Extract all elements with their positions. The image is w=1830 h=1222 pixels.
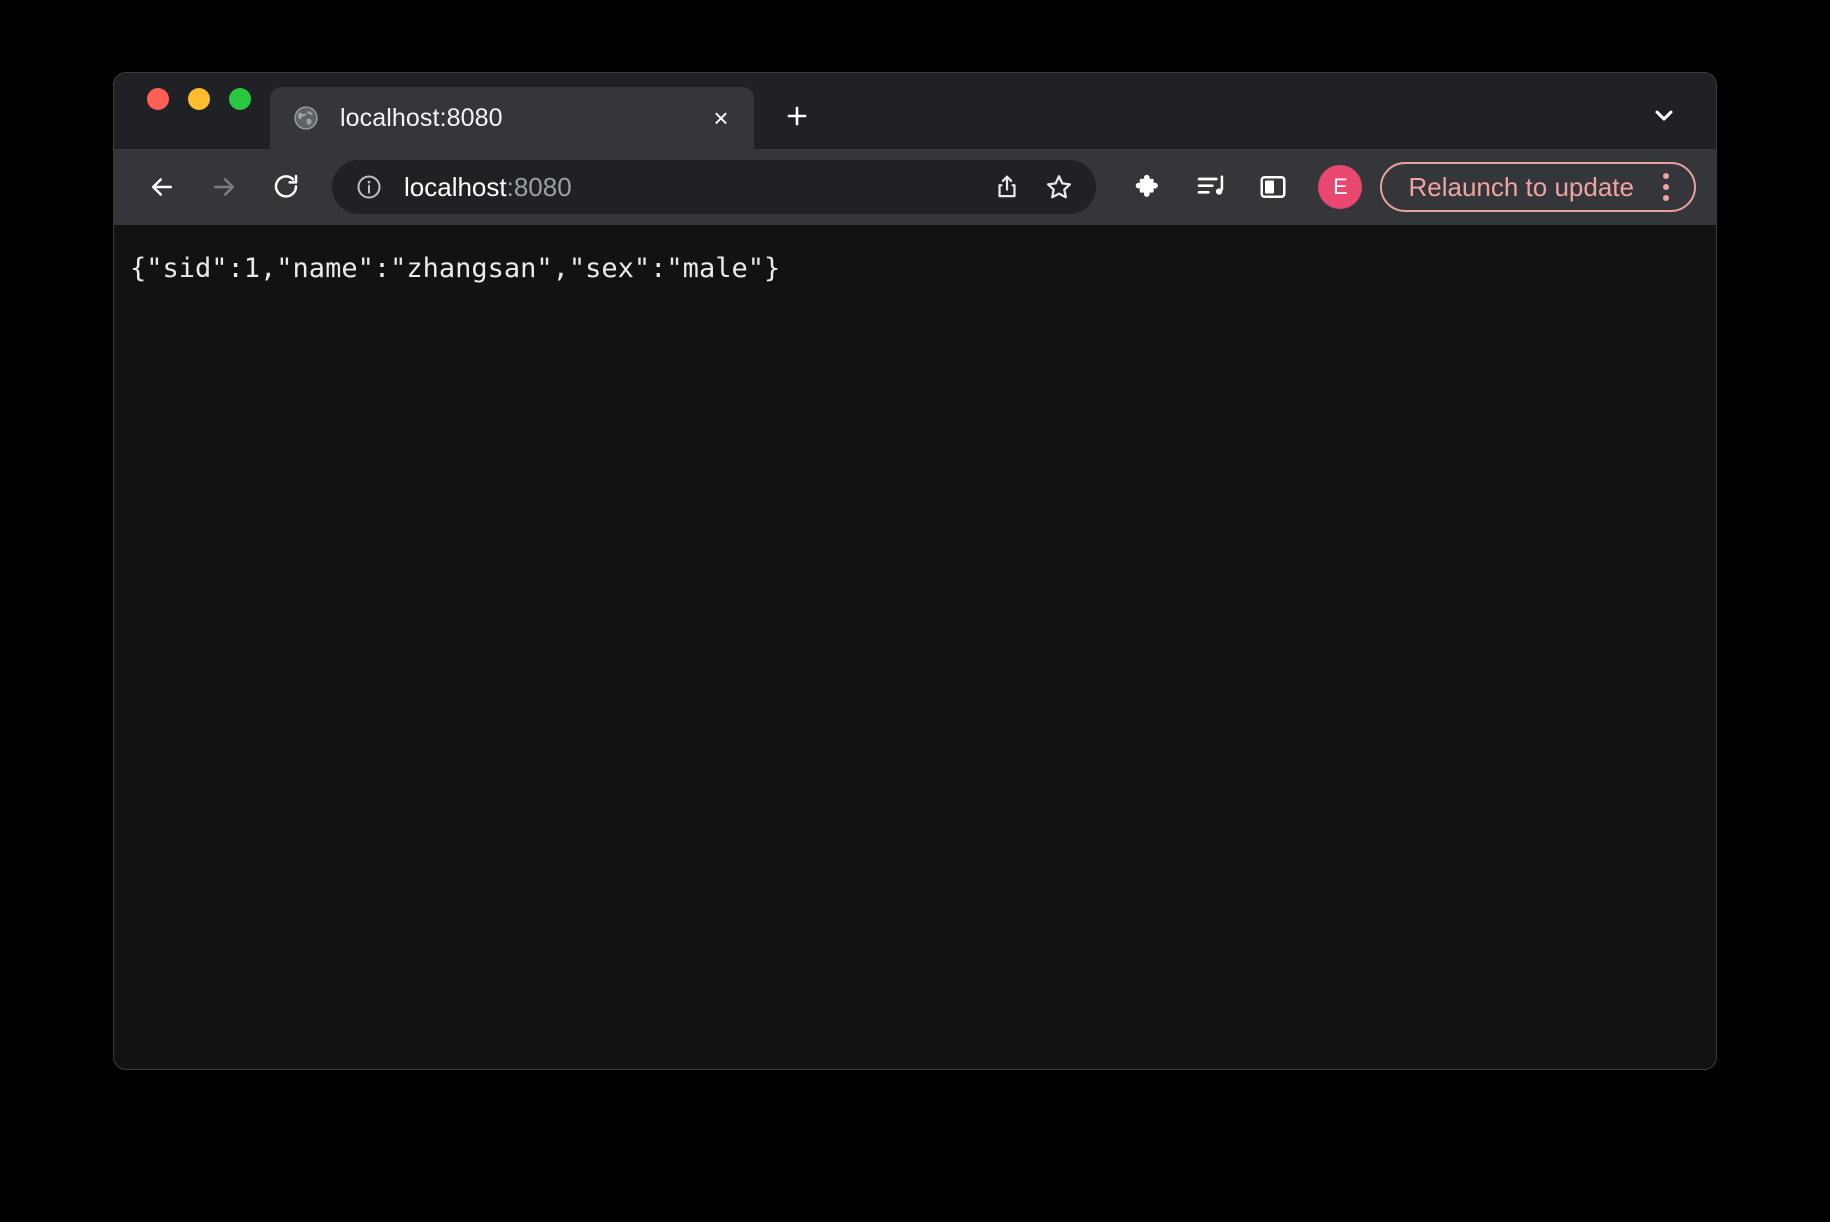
kebab-dot: [1663, 184, 1669, 190]
tab-strip: localhost:8080 ×: [114, 73, 1716, 149]
tab-localhost[interactable]: localhost:8080 ×: [270, 87, 754, 149]
kebab-menu-icon[interactable]: [1644, 165, 1688, 209]
relaunch-to-update-button[interactable]: Relaunch to update: [1380, 162, 1696, 212]
star-icon[interactable]: [1036, 164, 1082, 210]
side-panel-button[interactable]: [1248, 162, 1298, 212]
screen: localhost:8080 ×: [0, 0, 1830, 1222]
json-response-body: {"sid":1,"name":"zhangsan","sex":"male"}: [130, 251, 1716, 286]
browser-toolbar: localhost:8080: [114, 149, 1716, 225]
extensions-button[interactable]: [1124, 162, 1174, 212]
close-window-button[interactable]: [147, 88, 169, 110]
close-tab-button[interactable]: ×: [704, 101, 738, 135]
reload-button[interactable]: [260, 161, 312, 213]
window-controls: [114, 73, 251, 149]
tab-title: localhost:8080: [340, 104, 704, 133]
kebab-dot: [1663, 173, 1669, 179]
globe-icon: [292, 104, 320, 132]
url-host: localhost: [404, 172, 507, 202]
url-text: localhost:8080: [404, 172, 978, 203]
browser-window: localhost:8080 ×: [113, 72, 1717, 1070]
back-button[interactable]: [136, 161, 188, 213]
tab-search-button[interactable]: [1638, 89, 1690, 141]
kebab-dot: [1663, 195, 1669, 201]
media-control-button[interactable]: [1186, 162, 1236, 212]
page-viewport: {"sid":1,"name":"zhangsan","sex":"male"}: [114, 225, 1716, 1069]
maximize-window-button[interactable]: [229, 88, 251, 110]
url-port: :8080: [507, 172, 572, 202]
forward-button[interactable]: [198, 161, 250, 213]
new-tab-button[interactable]: [772, 91, 822, 141]
info-circle-icon[interactable]: [354, 172, 384, 202]
update-button-label: Relaunch to update: [1408, 172, 1634, 203]
profile-avatar[interactable]: E: [1318, 165, 1362, 209]
address-bar[interactable]: localhost:8080: [332, 160, 1096, 214]
minimize-window-button[interactable]: [188, 88, 210, 110]
share-icon[interactable]: [984, 164, 1030, 210]
